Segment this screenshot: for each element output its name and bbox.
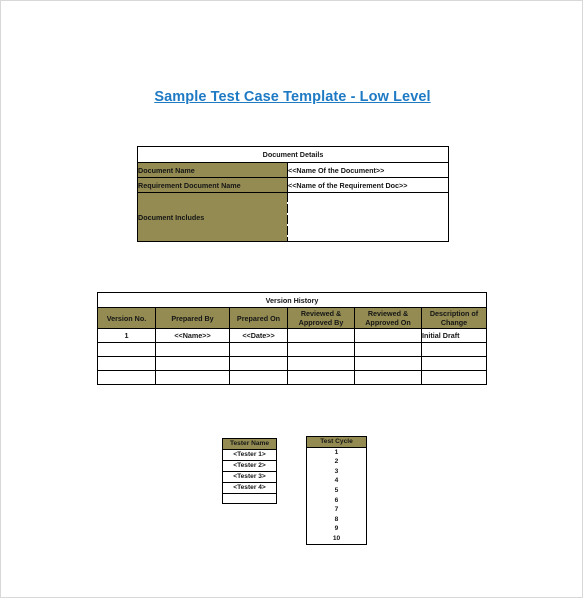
cell-prepared-by[interactable]: [155, 342, 230, 357]
cell-prepared-by[interactable]: [155, 370, 230, 385]
column-header-reviewed-approved-by: Reviewed & Approved By: [287, 307, 355, 329]
cell-test-cycle[interactable]: 3: [306, 467, 367, 477]
column-header-prepared-by: Prepared By: [155, 307, 230, 329]
cell-test-cycle[interactable]: 9: [306, 524, 367, 535]
cell-reviewed-approved-on[interactable]: [354, 342, 422, 357]
cell-version-no[interactable]: 1: [97, 328, 156, 343]
cell-reviewed-approved-by[interactable]: [287, 328, 355, 343]
cell-version-no[interactable]: [97, 370, 156, 385]
column-header-prepared-on: Prepared On: [229, 307, 288, 329]
cell-prepared-by[interactable]: <<Name>>: [155, 328, 230, 343]
document-includes-label: Document Includes: [137, 192, 288, 242]
list-item: <Tester 1>: [222, 449, 277, 461]
list-item: 1: [306, 446, 367, 458]
list-item: <Tester 2>: [222, 460, 277, 472]
table-row: Version History: [96, 292, 488, 308]
list-item-spacer: [222, 493, 277, 504]
cell-test-cycle[interactable]: 1: [306, 446, 367, 458]
cell-test-cycle[interactable]: 4: [306, 476, 367, 487]
list-item: 10: [306, 534, 367, 545]
cell-test-cycle[interactable]: 2: [306, 457, 367, 468]
cell-prepared-on[interactable]: <<Date>>: [229, 328, 288, 343]
document-includes-value[interactable]: [286, 192, 449, 242]
cell-prepared-on[interactable]: [229, 370, 288, 385]
header-line-1: Reviewed &: [300, 309, 342, 318]
cell-version-no[interactable]: [97, 356, 156, 371]
cell-reviewed-approved-by[interactable]: [287, 342, 355, 357]
list-item: <Tester 4>: [222, 482, 277, 494]
table-row: Document Name <<Name Of the Document>>: [137, 162, 449, 178]
list-item: 7: [306, 505, 367, 516]
cell-test-cycle[interactable]: 10: [306, 534, 367, 545]
row-divider-ticks: [286, 193, 289, 241]
document-page: Sample Test Case Template - Low Level Do…: [0, 0, 583, 598]
column-header-test-cycle: Test Cycle: [306, 436, 367, 448]
table-row: [97, 370, 488, 385]
table-row: [97, 342, 488, 357]
column-header-tester-name: Tester Name: [222, 438, 277, 450]
requirement-document-name-label: Requirement Document Name: [137, 177, 288, 193]
list-item: <Tester 3>: [222, 471, 277, 483]
cell-reviewed-approved-by[interactable]: [287, 370, 355, 385]
tester-name-table: Tester Name <Tester 1> <Tester 2> <Teste…: [222, 438, 277, 504]
document-name-label: Document Name: [137, 162, 288, 178]
cell-description-of-change[interactable]: [420, 342, 488, 357]
document-details-banner: Document Details: [137, 146, 449, 163]
document-name-value[interactable]: <<Name Of the Document>>: [287, 162, 449, 178]
header-line-1: Description of: [429, 309, 479, 318]
column-header-reviewed-approved-on: Reviewed & Approved On: [354, 307, 422, 329]
table-header-row: Test Cycle: [306, 436, 367, 448]
list-item: 4: [306, 476, 367, 487]
version-history-banner: Version History: [96, 292, 488, 308]
document-details-table: Document Details Document Name <<Name Of…: [137, 146, 449, 242]
cell-test-cycle[interactable]: 7: [306, 505, 367, 516]
cell-tester-name[interactable]: <Tester 1>: [222, 449, 277, 461]
column-header-description-of-change: Description of Change: [420, 307, 488, 329]
cell-reviewed-approved-by[interactable]: [287, 356, 355, 371]
table-row: 1 <<Name>> <<Date>> Initial Draft: [97, 328, 488, 343]
cell-description-of-change[interactable]: [420, 370, 488, 385]
table-row: Requirement Document Name <<Name of the …: [137, 177, 449, 193]
table-row: Document Details: [137, 146, 449, 163]
test-cycle-table: Test Cycle 1 2 3 4 5 6 7 8 9 10: [306, 436, 367, 545]
header-line-2: Change: [440, 318, 468, 327]
header-line-2: Approved On: [365, 318, 411, 327]
cell-reviewed-approved-on[interactable]: [354, 356, 422, 371]
cell-description-of-change[interactable]: Initial Draft: [420, 328, 488, 343]
cell-prepared-on[interactable]: [229, 342, 288, 357]
cell-prepared-by[interactable]: [155, 356, 230, 371]
table-header-row: Version No. Prepared By Prepared On Revi…: [97, 307, 488, 329]
list-item: 5: [306, 486, 367, 496]
list-item: 9: [306, 524, 367, 535]
cell-reviewed-approved-on[interactable]: [354, 328, 422, 343]
table-row: Document Includes: [137, 192, 449, 242]
cell-test-cycle[interactable]: 8: [306, 515, 367, 525]
list-item: 2: [306, 457, 367, 468]
list-item: 3: [306, 467, 367, 477]
cell-tester-name[interactable]: <Tester 4>: [222, 482, 277, 494]
requirement-document-name-value[interactable]: <<Name of the Requirement Doc>>: [287, 177, 449, 193]
cell-test-cycle[interactable]: 5: [306, 486, 367, 496]
cell-tester-name-empty: [222, 493, 277, 504]
cell-version-no[interactable]: [97, 342, 156, 357]
version-history-table: Version History Version No. Prepared By …: [96, 292, 488, 385]
cell-tester-name[interactable]: <Tester 2>: [222, 460, 277, 472]
cell-tester-name[interactable]: <Tester 3>: [222, 471, 277, 483]
cell-test-cycle[interactable]: 6: [306, 495, 367, 506]
header-line-2: Approved By: [298, 318, 344, 327]
cell-prepared-on[interactable]: [229, 356, 288, 371]
list-item: 6: [306, 495, 367, 506]
table-row: [97, 356, 488, 371]
cell-description-of-change[interactable]: [420, 356, 488, 371]
header-line-1: Reviewed &: [367, 309, 409, 318]
page-title: Sample Test Case Template - Low Level: [154, 89, 431, 105]
column-header-version-no: Version No.: [97, 307, 156, 329]
cell-reviewed-approved-on[interactable]: [354, 370, 422, 385]
table-header-row: Tester Name: [222, 438, 277, 450]
list-item: 8: [306, 515, 367, 525]
